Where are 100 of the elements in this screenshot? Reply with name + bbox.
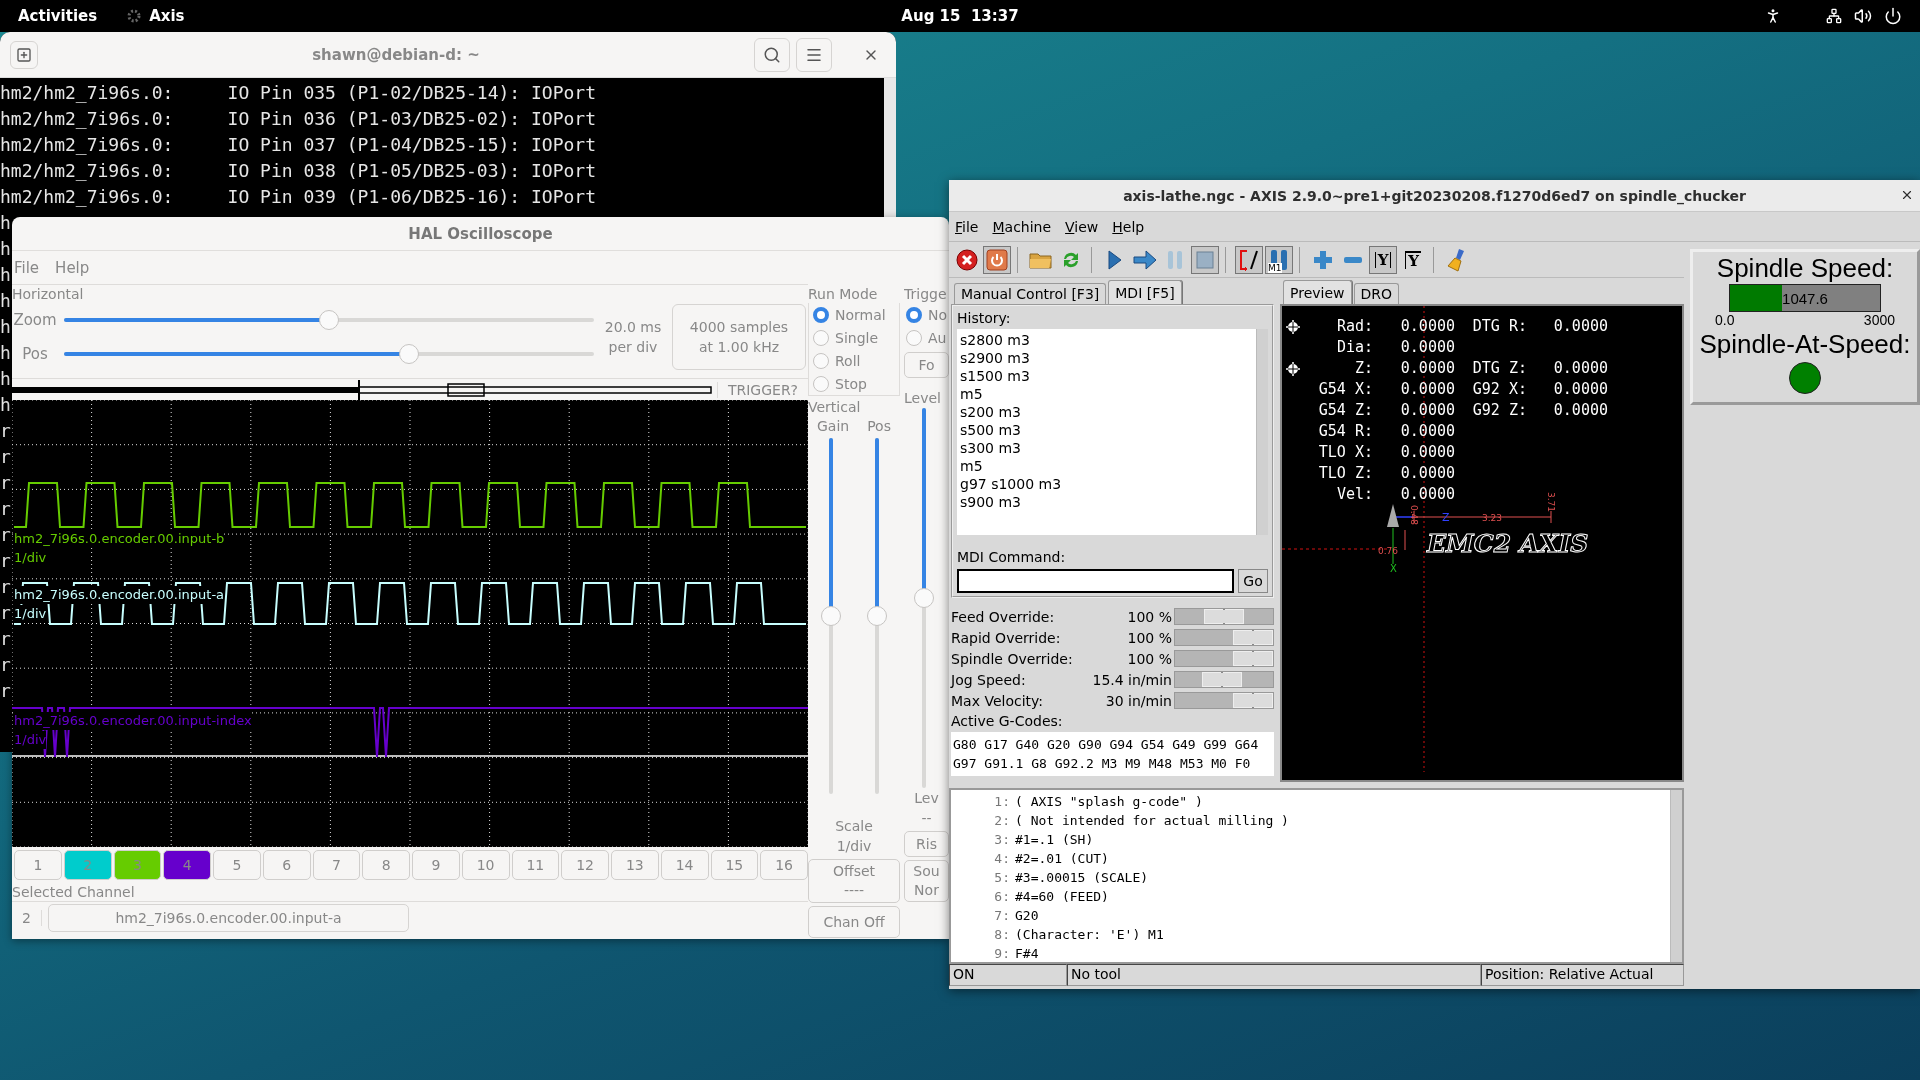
radio-option[interactable]: Au — [904, 326, 949, 349]
network-icon[interactable] — [1826, 8, 1842, 24]
menu-item[interactable]: Help — [55, 258, 90, 277]
channel-button[interactable]: 7 — [312, 850, 361, 880]
force-button[interactable]: Fo — [904, 352, 949, 378]
menu-item[interactable]: View — [1065, 218, 1099, 235]
channel-button[interactable]: 15 — [710, 850, 759, 880]
slider-thumb[interactable] — [1233, 651, 1273, 666]
trigger-level-slider[interactable] — [913, 408, 935, 788]
line-number: 2: — [993, 812, 1011, 830]
tab[interactable]: Manual Control [F3] — [954, 283, 1107, 304]
power-icon[interactable] — [1884, 7, 1902, 25]
channel-button[interactable]: 12 — [561, 850, 609, 880]
history-item[interactable]: s2900 m3 — [960, 349, 1253, 367]
history-item[interactable]: s500 m3 — [960, 421, 1253, 439]
block-delete-button[interactable] — [1235, 245, 1263, 274]
power-button[interactable] — [983, 245, 1011, 274]
channel-button[interactable]: 9 — [412, 850, 460, 880]
slider-label: Pos — [867, 418, 891, 434]
history-item[interactable]: m5 — [960, 385, 1253, 403]
override-slider[interactable] — [1174, 608, 1274, 625]
slider-thumb[interactable] — [867, 606, 887, 626]
history-item[interactable]: m5 — [960, 457, 1253, 475]
optional-stop-button[interactable]: M1 — [1265, 245, 1293, 274]
override-slider[interactable] — [1174, 692, 1274, 709]
slider-thumb[interactable] — [1202, 672, 1243, 687]
override-slider[interactable] — [1174, 629, 1274, 646]
close-button[interactable] — [1900, 188, 1914, 202]
radio-option[interactable]: Stop — [809, 372, 899, 395]
slider-thumb[interactable] — [1233, 630, 1273, 645]
channel-button[interactable]: 2 — [63, 850, 112, 880]
radio-option[interactable]: Normal — [809, 303, 899, 326]
menu-button[interactable] — [796, 37, 832, 72]
menu-item[interactable]: File — [955, 218, 979, 235]
go-button[interactable]: Go — [1238, 569, 1268, 593]
slider-thumb[interactable] — [1233, 693, 1273, 708]
offset-button[interactable]: Offset ---- — [808, 859, 900, 903]
channel-name-button[interactable]: hm2_7i96s.0.encoder.00.input-a — [48, 903, 409, 932]
new-tab-button[interactable] — [10, 40, 38, 69]
history-label: History: — [957, 309, 1012, 328]
search-button[interactable] — [754, 37, 790, 72]
tab[interactable]: MDI [F5] — [1108, 280, 1182, 304]
radio-option[interactable]: No — [904, 303, 949, 326]
history-item[interactable]: g97 s1000 m3 — [960, 475, 1253, 493]
slider-thumb[interactable] — [319, 310, 339, 330]
slider-thumb[interactable] — [398, 344, 419, 364]
slider-thumb[interactable] — [821, 606, 841, 626]
chan-off-button[interactable]: Chan Off — [808, 906, 900, 938]
slider-thumb[interactable] — [914, 588, 934, 608]
radio-option[interactable]: Single — [809, 326, 899, 349]
menu-item[interactable]: File — [14, 258, 40, 277]
gain-slider[interactable] — [820, 438, 842, 794]
radio-button[interactable] — [813, 306, 829, 323]
channel-button[interactable]: 14 — [660, 850, 709, 880]
history-item[interactable]: s2800 m3 — [960, 331, 1253, 349]
source-button[interactable]: Sou Nor — [904, 860, 949, 902]
channel-button[interactable]: 13 — [611, 850, 659, 880]
tab[interactable]: Preview — [1283, 280, 1352, 304]
override-slider[interactable] — [1174, 671, 1274, 688]
view-button[interactable]: Y — [1369, 245, 1397, 274]
channel-button[interactable]: 4 — [163, 850, 211, 880]
radio-button[interactable] — [906, 329, 922, 346]
override-value: 100 % — [1127, 608, 1172, 625]
radio-button[interactable] — [813, 375, 829, 392]
channel-button[interactable]: 8 — [362, 850, 410, 880]
channel-button[interactable]: 3 — [113, 850, 162, 880]
channel-button[interactable]: 16 — [760, 850, 808, 880]
volume-icon[interactable] — [1854, 7, 1872, 25]
channel-button[interactable]: 6 — [262, 850, 311, 880]
radio-button[interactable] — [813, 352, 829, 369]
menu-item[interactable]: Machine — [992, 218, 1052, 235]
stop-button[interactable] — [1191, 245, 1219, 274]
offset-slider[interactable] — [866, 438, 888, 794]
clock[interactable]: Aug 15 13:37 — [901, 7, 1019, 25]
scrollbar[interactable] — [1670, 790, 1682, 962]
scrollbar[interactable] — [1256, 329, 1268, 535]
channel-button[interactable]: 1 — [14, 850, 62, 880]
menu-item[interactable]: Help — [1112, 218, 1145, 235]
slider-thumb[interactable] — [1204, 609, 1244, 624]
override-slider[interactable] — [1174, 650, 1274, 667]
terminal-line: r — [0, 653, 11, 677]
sample-rate-button[interactable]: 4000 samples at 1.00 kHz — [672, 304, 806, 370]
rise-button[interactable]: Ris — [904, 831, 949, 857]
history-item[interactable]: s900 m3 — [960, 493, 1253, 511]
mdi-command-field[interactable] — [957, 569, 1234, 593]
activities-button[interactable]: Activities — [18, 7, 98, 25]
tab[interactable]: DRO — [1353, 283, 1400, 304]
radio-option[interactable]: Roll — [809, 349, 899, 372]
history-item[interactable]: s300 m3 — [960, 439, 1253, 457]
channel-button[interactable]: 11 — [511, 850, 560, 880]
channel-button[interactable]: 10 — [461, 850, 510, 880]
history-item[interactable]: s200 m3 — [960, 403, 1253, 421]
zoom-slider[interactable] — [64, 309, 594, 331]
history-item[interactable]: s1500 m3 — [960, 367, 1253, 385]
app-menu[interactable]: Axis — [127, 7, 185, 25]
position-slider[interactable] — [64, 343, 594, 365]
channel-button[interactable]: 5 — [213, 850, 261, 880]
scrollbar[interactable] — [884, 78, 896, 218]
radio-button[interactable] — [813, 329, 829, 346]
radio-button[interactable] — [906, 306, 922, 323]
